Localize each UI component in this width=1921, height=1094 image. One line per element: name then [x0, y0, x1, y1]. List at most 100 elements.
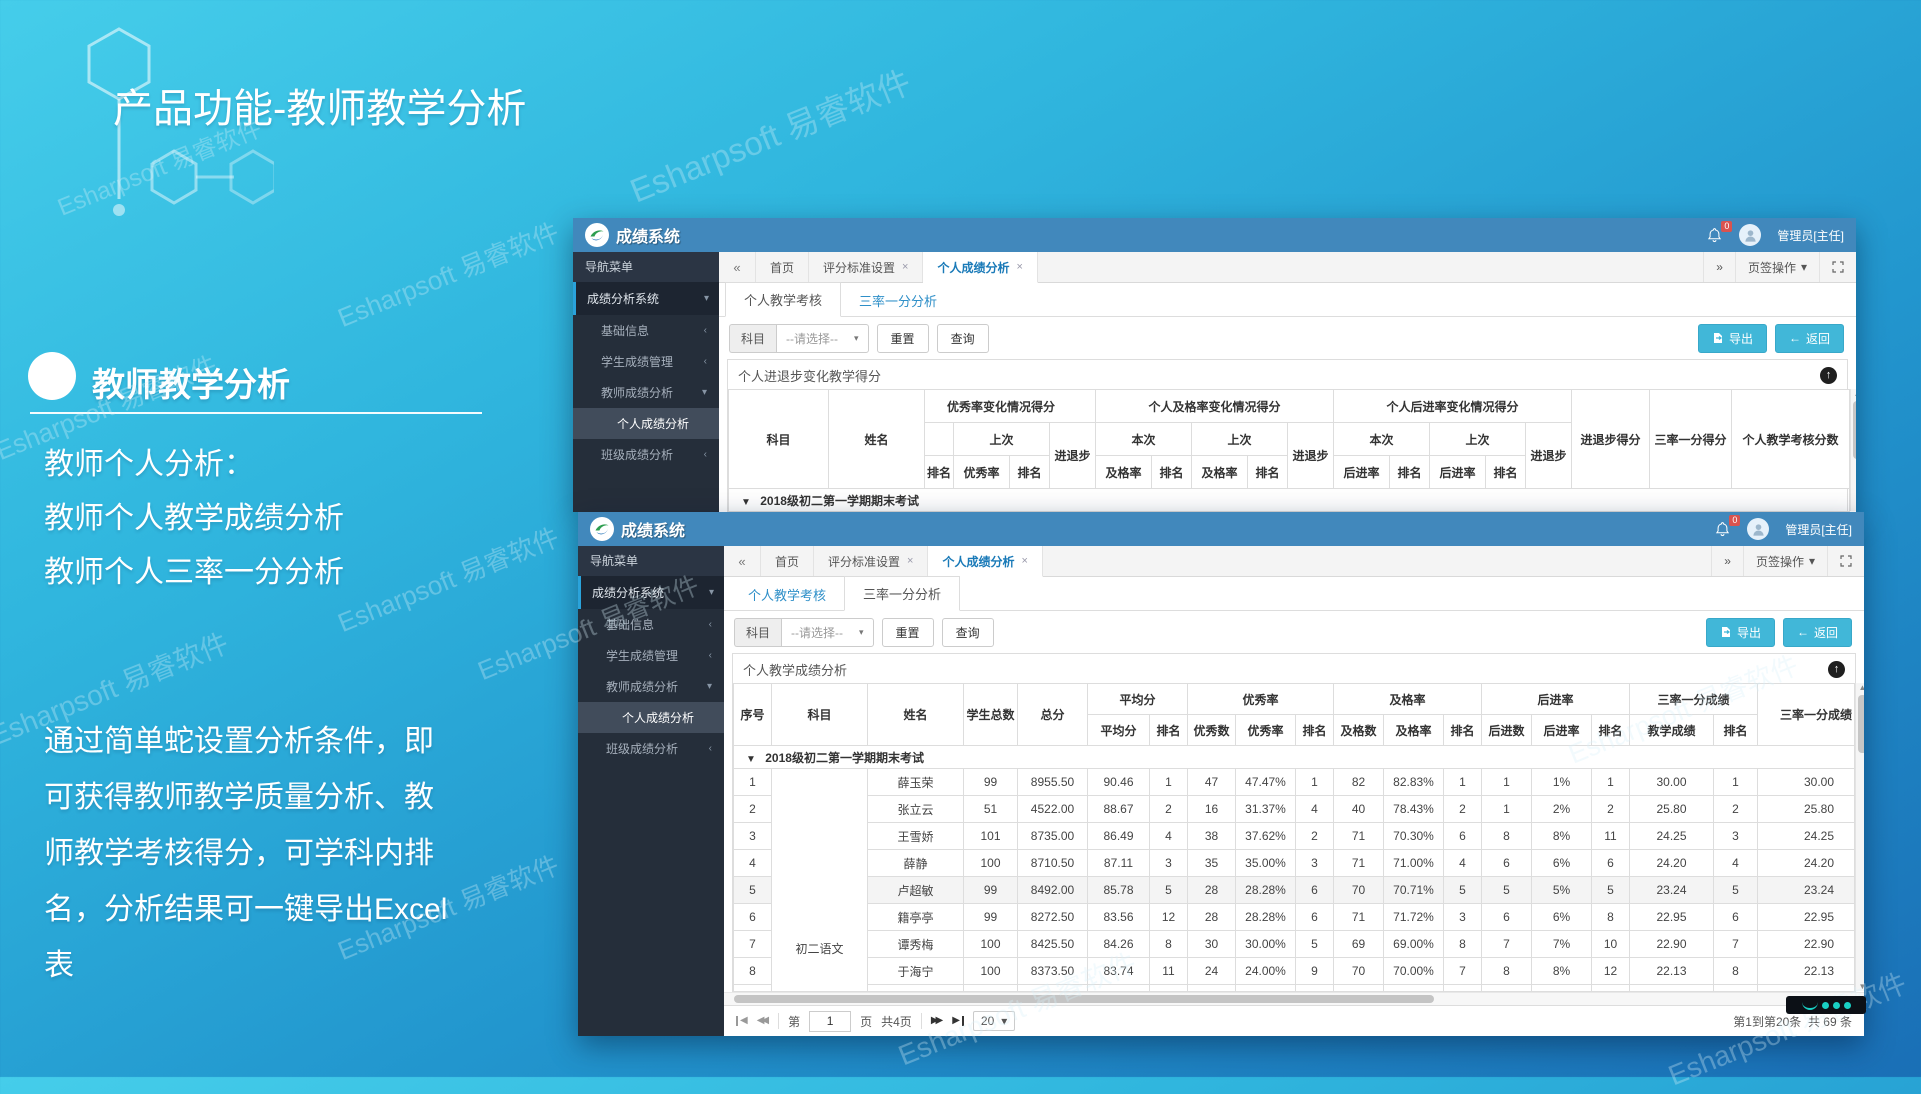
table-cell: 71.00% — [1384, 850, 1444, 877]
tab-home[interactable]: 首页 — [761, 546, 814, 576]
current-user[interactable]: 管理员[主任] — [1785, 521, 1852, 538]
back-label: 返回 — [1814, 624, 1838, 641]
tab-scoring-standard[interactable]: 评分标准设置 × — [809, 252, 923, 282]
close-icon[interactable]: × — [907, 555, 913, 567]
table-row[interactable]: 3王雪娇1018735.0086.4943837.62%27170.30%688… — [734, 823, 1855, 850]
back-button[interactable]: ← 返回 — [1783, 618, 1852, 647]
tabs-scroll-right-icon[interactable]: » — [1703, 252, 1735, 282]
close-icon[interactable]: × — [902, 261, 908, 273]
tab-three-rate-analysis[interactable]: 三率一分分析 — [841, 284, 955, 317]
notification-bell-icon[interactable]: 0 — [1707, 227, 1723, 243]
reset-button[interactable]: 重置 — [877, 324, 929, 353]
sidebar-item-student-scores[interactable]: 学生成绩管理 ‹ — [573, 346, 719, 377]
scroll-down-icon[interactable]: ▼ — [1859, 982, 1864, 991]
col-rank: 排名 — [1714, 715, 1758, 746]
sidebar-item-label: 个人成绩分析 — [622, 709, 694, 726]
prev-page-icon[interactable]: ◀◀ — [757, 1016, 769, 1026]
caret-down-icon: ▾ — [854, 333, 859, 344]
sidebar-item-personal-analysis[interactable]: 个人成绩分析 — [578, 702, 724, 733]
reset-button[interactable]: 重置 — [882, 618, 934, 647]
table-cell: 8 — [734, 958, 772, 985]
collapse-up-icon[interactable]: ↑ — [1828, 661, 1845, 678]
tabs-scroll-left-icon[interactable]: « — [719, 252, 756, 282]
sidebar-item-analysis-system[interactable]: 成绩分析系统 ▾ — [578, 576, 724, 609]
sidebar-item-analysis-system[interactable]: 成绩分析系统 ▾ — [573, 282, 719, 315]
page-number-input[interactable] — [809, 1011, 851, 1032]
sidebar-item-basic-info[interactable]: 基础信息 ‹ — [573, 315, 719, 346]
table-row[interactable]: 4薛静1008710.5087.1133535.00%37171.00%466%… — [734, 850, 1855, 877]
exam-group-row[interactable]: ▼ 2018级初二第一学期期末考试 — [734, 746, 1855, 769]
table-row[interactable]: 1初二语文薛玉荣998955.5090.4614747.47%18282.83%… — [734, 769, 1855, 796]
table-cell: 22.90 — [1758, 931, 1855, 958]
tab-operations-menu[interactable]: 页签操作 ▾ — [1743, 546, 1827, 576]
table-row[interactable]: 7谭秀梅1008425.5084.2683030.00%56969.00%877… — [734, 931, 1855, 958]
table-cell: 8710.50 — [1018, 850, 1088, 877]
table-cell: 24.00% — [1236, 958, 1296, 985]
last-page-icon[interactable]: ▶ — [952, 1016, 964, 1026]
app-window-teaching-assessment: 成绩系统 0 管理员[主任] 导航菜单 成绩分析系统 ▾ 基础信息 ‹ 学生 — [573, 218, 1856, 512]
scroll-up-icon[interactable]: ▲ — [1859, 683, 1864, 692]
tab-personal-analysis[interactable]: 个人成绩分析 × — [928, 546, 1042, 577]
collapse-up-icon[interactable]: ↑ — [1820, 367, 1837, 384]
divider — [778, 1013, 779, 1029]
tab-personal-teaching-assessment[interactable]: 个人教学考核 — [725, 282, 841, 317]
export-icon — [1720, 626, 1732, 638]
scrollbar-thumb[interactable] — [734, 995, 1434, 1003]
sidebar-item-label: 基础信息 — [606, 616, 654, 633]
fullscreen-icon[interactable] — [1827, 546, 1864, 576]
tab-three-rate-analysis[interactable]: 三率一分分析 — [844, 576, 960, 611]
exam-group-row[interactable]: ▼ 2018级初二第一学期期末考试 — [729, 489, 1850, 512]
sidebar-item-class-analysis[interactable]: 班级成绩分析 ‹ — [578, 733, 724, 764]
fullscreen-icon[interactable] — [1819, 252, 1856, 282]
tab-personal-teaching-assessment[interactable]: 个人教学考核 — [730, 578, 844, 611]
sidebar-item-label: 班级成绩分析 — [601, 446, 673, 463]
close-icon[interactable]: × — [1021, 555, 1027, 567]
table-row[interactable]: 8于海宁1008373.5083.74112424.00%97070.00%78… — [734, 958, 1855, 985]
sidebar-item-personal-analysis[interactable]: 个人成绩分析 — [573, 408, 719, 439]
sidebar-item-teacher-analysis[interactable]: 教师成绩分析 ▾ — [578, 671, 724, 702]
tabs-scroll-left-icon[interactable]: « — [724, 546, 761, 576]
sidebar-item-teacher-analysis[interactable]: 教师成绩分析 ▾ — [573, 377, 719, 408]
first-page-icon[interactable]: ◀ — [736, 1016, 748, 1026]
scroll-up-icon[interactable]: ▲ — [1854, 389, 1856, 398]
group-arrow-icon: ▼ — [741, 497, 751, 508]
export-button[interactable]: 导出 — [1706, 618, 1775, 647]
tab-personal-analysis[interactable]: 个人成绩分析 × — [923, 252, 1037, 283]
tabs-scroll-right-icon[interactable]: » — [1711, 546, 1743, 576]
sidebar-item-basic-info[interactable]: 基础信息 ‹ — [578, 609, 724, 640]
avatar[interactable] — [1747, 518, 1769, 540]
table-row[interactable]: 6籍亭亭998272.5083.56122828.28%67171.72%366… — [734, 904, 1855, 931]
subject-select[interactable]: --请选择-- ▾ — [781, 618, 874, 647]
next-page-icon[interactable]: ▶▶ — [931, 1016, 943, 1026]
scrollbar-thumb[interactable] — [1853, 401, 1856, 459]
horizontal-scrollbar[interactable]: ▸ — [724, 992, 1864, 1005]
col-three-rate-truncated: 三率一分成绩 — [1758, 684, 1855, 746]
close-icon[interactable]: × — [1016, 261, 1022, 273]
sidebar-item-class-analysis[interactable]: 班级成绩分析 ‹ — [573, 439, 719, 470]
tab-scoring-standard[interactable]: 评分标准设置 × — [814, 546, 928, 576]
subject-select[interactable]: --请选择-- ▾ — [776, 324, 869, 353]
intro-text: 教师个人分析： 教师个人教学成绩分析 教师个人三率一分分析 — [44, 438, 344, 600]
sidebar-item-student-scores[interactable]: 学生成绩管理 ‹ — [578, 640, 724, 671]
table-cell: 5 — [1714, 877, 1758, 904]
current-user[interactable]: 管理员[主任] — [1777, 227, 1844, 244]
query-button[interactable]: 查询 — [942, 618, 994, 647]
col-average: 平均分 — [1088, 715, 1150, 746]
table-cell: 78.43% — [1384, 796, 1444, 823]
export-button[interactable]: 导出 — [1698, 324, 1767, 353]
query-button[interactable]: 查询 — [937, 324, 989, 353]
avatar[interactable] — [1739, 224, 1761, 246]
table-cell: 87.11 — [1088, 850, 1150, 877]
notification-bell-icon[interactable]: 0 — [1715, 521, 1731, 537]
table-row[interactable]: 2张立云514522.0088.6721631.37%44078.43%212%… — [734, 796, 1855, 823]
table-row[interactable]: 5卢超敏998492.0085.7852828.28%67070.71%555%… — [734, 877, 1855, 904]
col-step: 进退步 — [1050, 423, 1096, 489]
tab-home[interactable]: 首页 — [756, 252, 809, 282]
page-size-select[interactable]: 20 ▾ — [973, 1011, 1015, 1031]
table-cell: 10 — [1592, 931, 1630, 958]
vertical-scrollbar[interactable]: ▲ — [1850, 389, 1856, 511]
vertical-scrollbar[interactable]: ▲ ▼ — [1855, 683, 1864, 991]
tab-operations-menu[interactable]: 页签操作 ▾ — [1735, 252, 1819, 282]
scrollbar-thumb[interactable] — [1858, 695, 1864, 753]
back-button[interactable]: ← 返回 — [1775, 324, 1844, 353]
